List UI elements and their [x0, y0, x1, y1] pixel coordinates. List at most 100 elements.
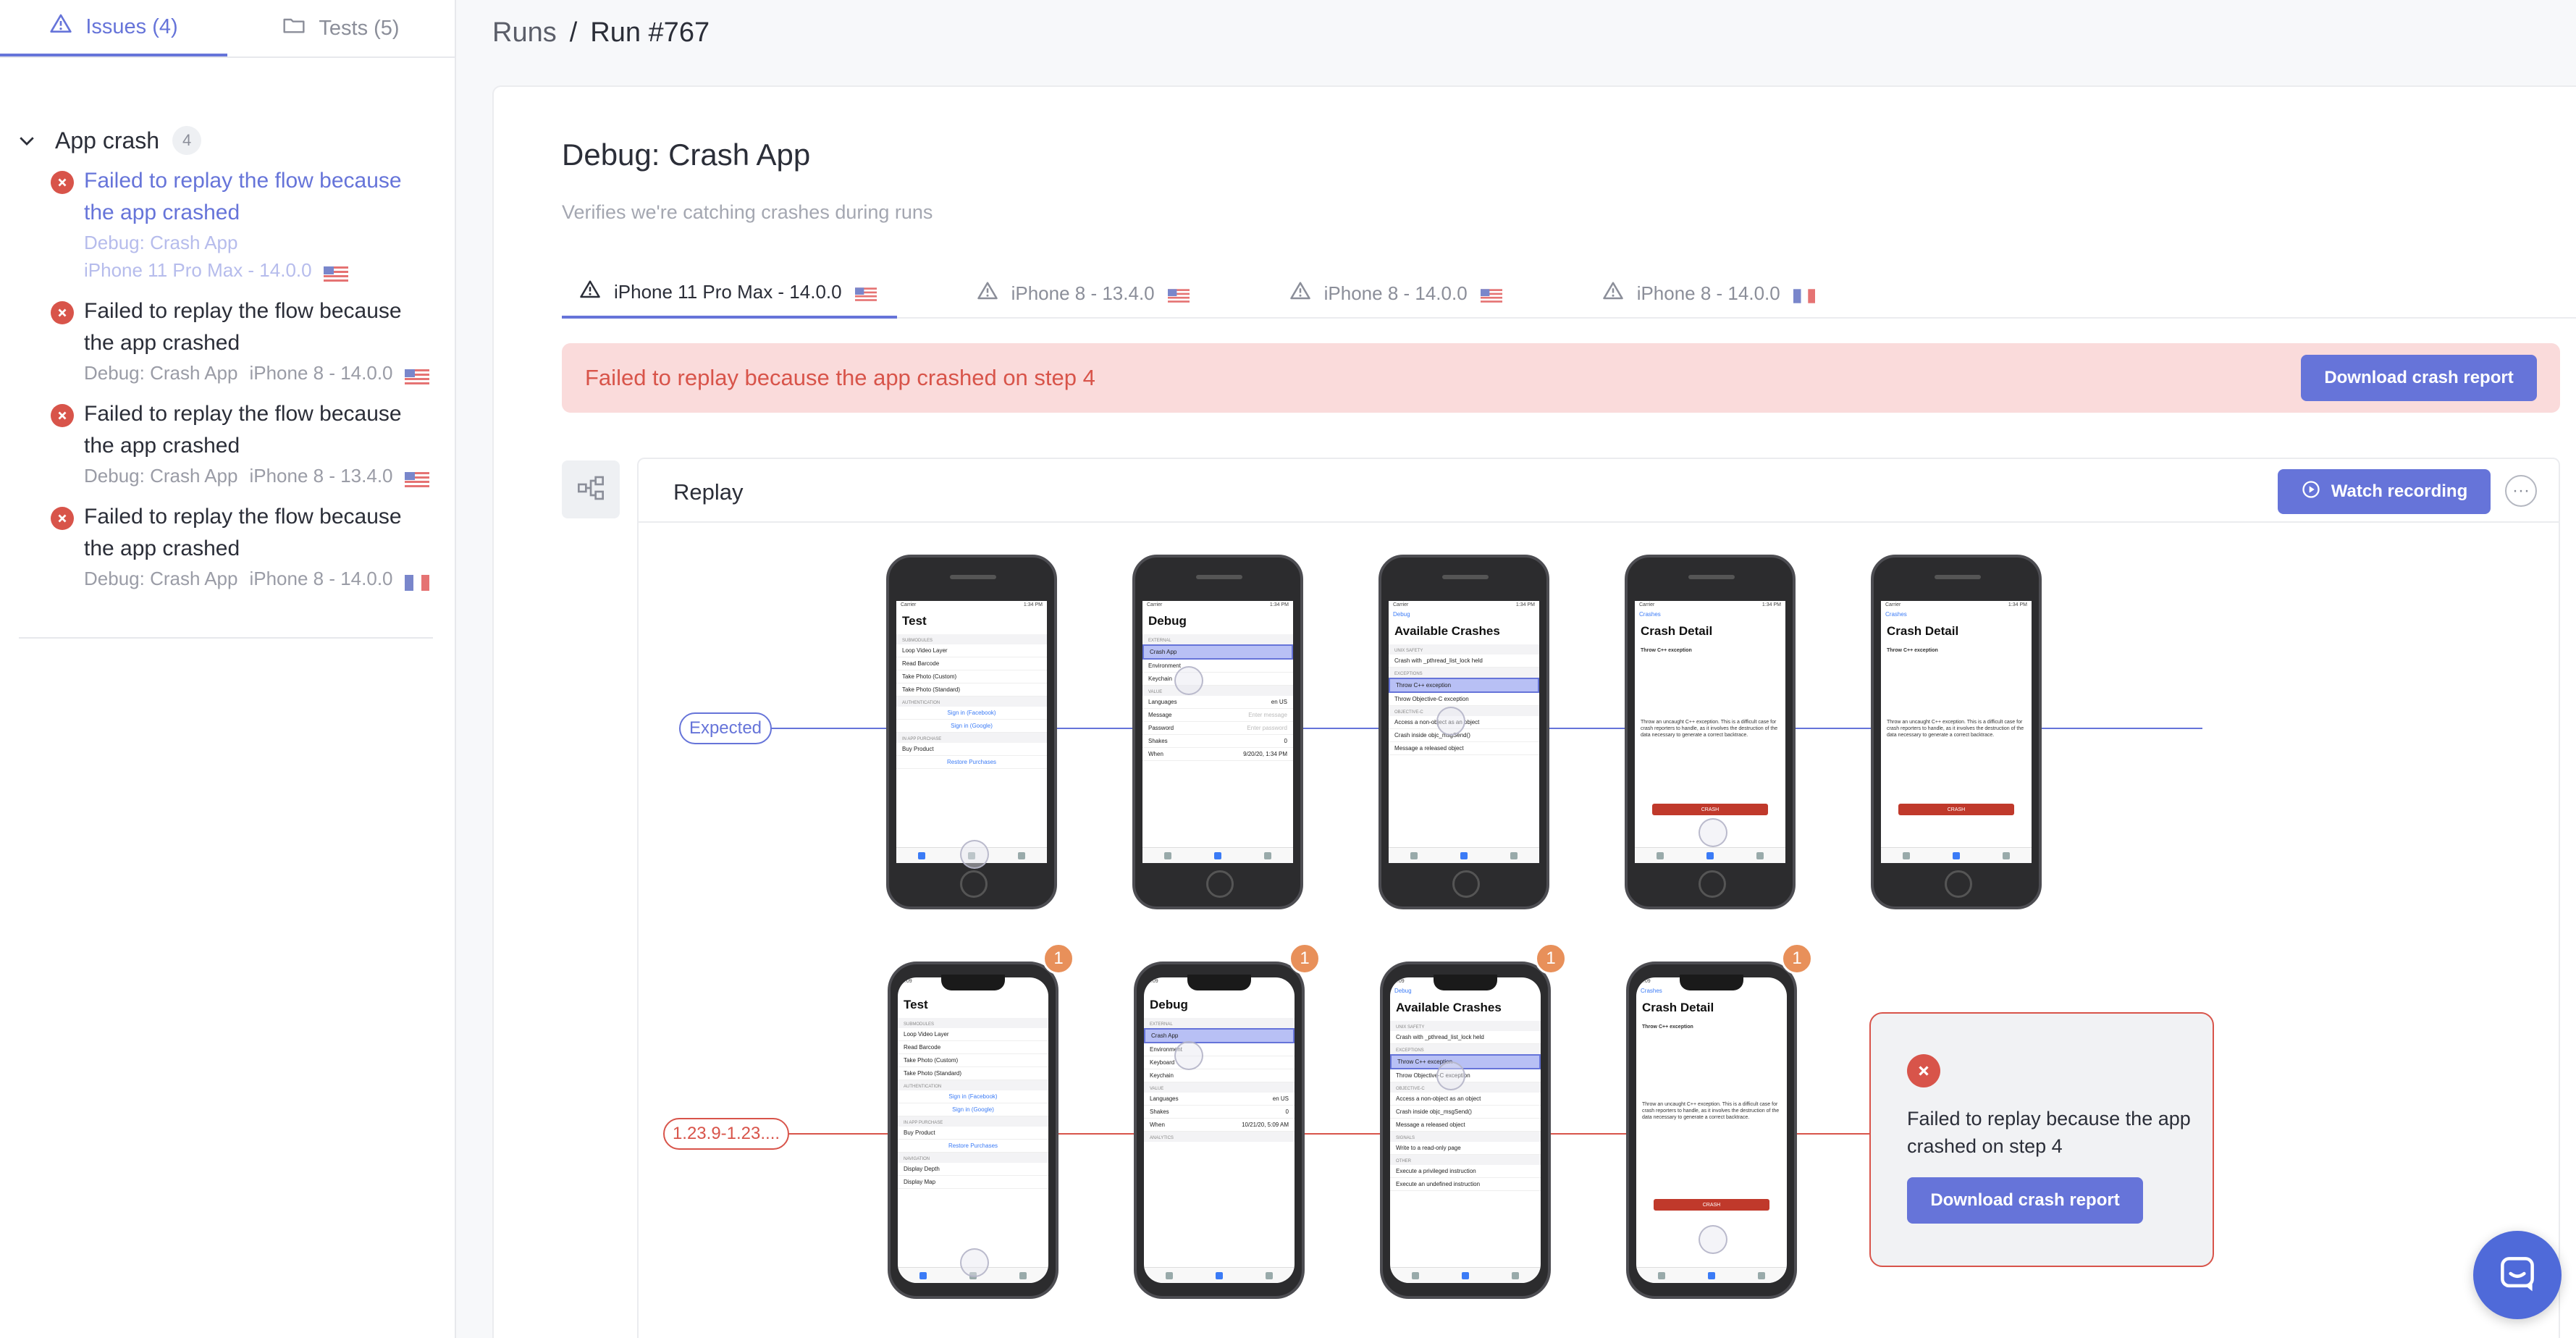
expected-screenshot-crashes[interactable]: Carrier 1:34 PM Debug Available Crashes U…: [1379, 555, 1549, 909]
issue-item[interactable]: Failed to replay the flow because the ap…: [0, 165, 456, 295]
step-issue-badge[interactable]: 1: [1289, 943, 1321, 975]
status-time: 1:34 PM: [1761, 602, 1781, 607]
screen-row: Throw Objective-C exception: [1390, 1069, 1541, 1082]
chat-launcher-button[interactable]: [2473, 1231, 2562, 1319]
screen-section: IN APP PURCHASE: [896, 733, 1047, 743]
play-circle-icon: [2301, 479, 2321, 505]
tab-device[interactable]: iPhone 11 Pro Max - 14.0.0: [562, 268, 897, 319]
screen-row: Execute an undefined instruction: [1390, 1178, 1541, 1191]
phone-notch: [1680, 975, 1743, 990]
status-time: 1:34 PM: [1023, 602, 1043, 607]
row-label: When: [1148, 751, 1163, 757]
expected-screenshot-detail[interactable]: Carrier 1:34 PM Crashes Crash Detail Thro…: [1625, 555, 1796, 909]
screen-row: Take Photo (Standard): [898, 1067, 1048, 1080]
error-circle-icon: [1907, 1054, 1940, 1087]
phone-home-button: [1945, 870, 1972, 898]
status-bar: Carrier 1:34 PM: [1389, 601, 1539, 611]
row-value: en US: [1271, 699, 1287, 705]
watch-recording-button[interactable]: Watch recording: [2278, 469, 2491, 514]
tab-device[interactable]: iPhone 8 - 13.4.0: [959, 268, 1210, 319]
screen-section: SUBMODULES: [898, 1018, 1048, 1028]
screen-crash-button: CRASH: [1652, 804, 1768, 815]
screen-crash-button: CRASH: [1898, 804, 2014, 815]
actual-screenshot-test[interactable]: 5:09 Test SUBMODULES Loop Video Layer Re…: [888, 962, 1058, 1299]
tab-tests[interactable]: Tests (5): [227, 0, 455, 56]
screen-tab-bar: [1635, 847, 1785, 863]
screen-section: EXCEPTIONS: [1390, 1044, 1541, 1054]
screen-title: Available Crashes: [1396, 1001, 1502, 1014]
folder-icon: [282, 14, 306, 43]
screen-tab-bar: [1142, 847, 1293, 863]
step-issue-badge[interactable]: 1: [1043, 943, 1074, 975]
tab-issues[interactable]: Issues (4): [0, 0, 227, 56]
screen-row: Languages en US: [1142, 696, 1293, 709]
issue-list: Failed to replay the flow because the ap…: [0, 165, 456, 604]
issue-test: Debug: Crash App: [84, 568, 238, 589]
expected-screenshot-test[interactable]: Carrier 1:34 PM Test SUBMODULES Loop Vide…: [886, 555, 1057, 909]
issue-item[interactable]: Failed to replay the flow because the ap…: [0, 295, 456, 398]
screen-crash-button: CRASH: [1654, 1199, 1769, 1211]
expected-screenshot-detail-final[interactable]: Carrier 1:34 PM Crashes Crash Detail Thro…: [1871, 555, 2042, 909]
download-crash-report-button[interactable]: Download crash report: [2301, 355, 2537, 401]
issue-meta: iPhone 11 Pro Max - 14.0.0: [84, 256, 434, 284]
status-bar: Carrier 1:34 PM: [1881, 601, 2032, 611]
screen-row: Read Barcode: [896, 657, 1047, 670]
screen-row: Crash inside objc_msgSend(): [1389, 729, 1539, 742]
tab-device[interactable]: iPhone 8 - 14.0.0: [1272, 268, 1523, 319]
phone-speaker: [1935, 575, 1981, 579]
screen-heading: Throw C++ exception: [1641, 648, 1692, 653]
status-carrier: Carrier: [901, 602, 917, 607]
tab-device[interactable]: iPhone 8 - 14.0.0: [1585, 268, 1835, 319]
actual-screenshot-crashes[interactable]: 5:09 Debug Available Crashes UNIX SAFETY…: [1380, 962, 1551, 1299]
download-crash-report-button[interactable]: Download crash report: [1907, 1177, 2143, 1224]
issue-test: Debug: Crash App: [84, 362, 238, 384]
expected-screenshot-debug[interactable]: Carrier 1:34 PM Debug EXTERNAL Crash App …: [1132, 555, 1303, 909]
status-bar: Carrier 1:34 PM: [1635, 601, 1785, 611]
screen-section: EXCEPTIONS: [1389, 668, 1539, 678]
group-app-crash[interactable]: App crash 4: [0, 112, 455, 169]
run-card: Debug: Crash App Verifies we're catching…: [492, 85, 2576, 1338]
row-label: Languages: [1148, 699, 1177, 705]
group-count-badge: 4: [172, 126, 202, 155]
more-options-button[interactable]: ···: [2505, 475, 2537, 507]
screen-section: SIGNALS: [1390, 1132, 1541, 1142]
us-flag-icon: [404, 365, 429, 385]
screen-row: Environment: [1142, 660, 1293, 673]
tap-indicator: [1699, 1225, 1727, 1254]
phone-speaker: [1688, 575, 1735, 579]
actual-screenshot-detail[interactable]: 5:09 Crashes Crash Detail Throw C++ exce…: [1626, 962, 1797, 1299]
screen-tab-bar: [1144, 1267, 1295, 1283]
step-issue-badge[interactable]: 1: [1781, 943, 1813, 975]
tap-indicator: [960, 1248, 989, 1277]
status-time: 5:09: [902, 979, 912, 984]
step-issue-badge[interactable]: 1: [1535, 943, 1567, 975]
screen-section: AUTHENTICATION: [898, 1080, 1048, 1090]
warning-triangle-icon: [49, 12, 72, 41]
screen-row: Message a released object: [1390, 1119, 1541, 1132]
screen-section: VALUE: [1142, 686, 1293, 696]
screen-row: Write to a read-only page: [1390, 1142, 1541, 1155]
issue-meta: Debug: Crash App iPhone 8 - 14.0.0: [84, 565, 434, 592]
screen-row-highlighted: Crash App: [1144, 1028, 1295, 1043]
phone-speaker: [1196, 575, 1242, 579]
phone-home-button: [1206, 870, 1234, 898]
phone-speaker: [950, 575, 996, 579]
screen-row: Shakes 0: [1144, 1106, 1295, 1119]
phone-screen: 5:09 Test SUBMODULES Loop Video Layer Re…: [898, 977, 1048, 1283]
status-time: 1:34 PM: [2008, 602, 2027, 607]
error-circle-icon: [51, 404, 74, 427]
breadcrumb-runs[interactable]: Runs: [492, 17, 557, 49]
actual-screenshot-debug[interactable]: 5:09 Debug EXTERNAL Crash App Environmen…: [1134, 962, 1305, 1299]
issue-item[interactable]: Failed to replay the flow because the ap…: [0, 501, 456, 604]
warning-triangle-icon: [1602, 280, 1624, 307]
issue-item[interactable]: Failed to replay the flow because the ap…: [0, 398, 456, 501]
tab-device-label: iPhone 8 - 13.4.0: [1011, 282, 1155, 304]
group-title: App crash: [55, 127, 160, 153]
chevron-down-icon[interactable]: [16, 130, 38, 151]
issue-title: Failed to replay the flow because the ap…: [84, 299, 402, 355]
screen-section: AUTHENTICATION: [896, 697, 1047, 707]
screen-row: Shakes 0: [1142, 735, 1293, 748]
breadcrumb-separator: /: [569, 17, 578, 48]
flow-toggle-button[interactable]: [562, 460, 620, 518]
tab-device-label: iPhone 8 - 14.0.0: [1636, 282, 1780, 304]
